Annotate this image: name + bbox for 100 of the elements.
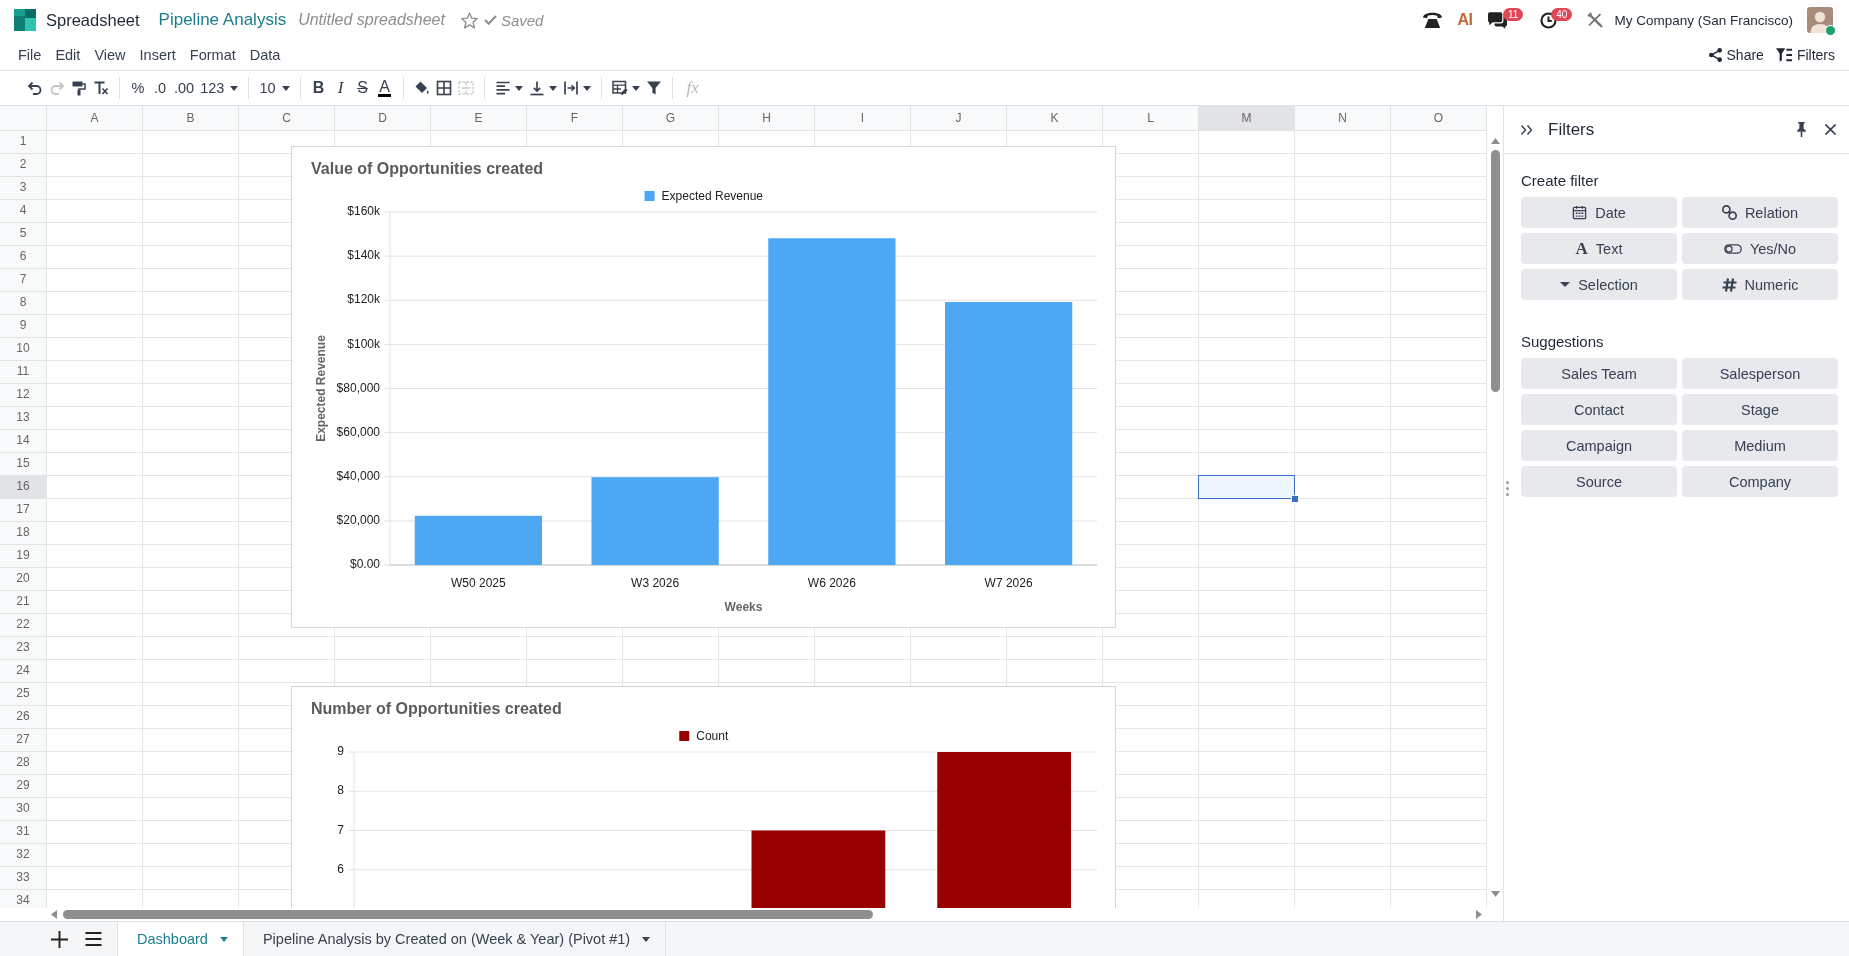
filter-type-button[interactable]: Selection [1521, 269, 1677, 300]
suggestion-button[interactable]: Medium [1682, 430, 1838, 461]
scrollbar-thumb[interactable] [63, 910, 873, 919]
menu-item[interactable]: Insert [132, 42, 183, 68]
menu-item[interactable]: Edit [48, 42, 88, 68]
row-header[interactable]: 10 [0, 338, 47, 361]
column-header[interactable]: H [719, 106, 815, 131]
row-header[interactable]: 15 [0, 453, 47, 476]
row-header[interactable]: 31 [0, 821, 47, 844]
menu-item[interactable]: File [11, 42, 49, 68]
row-header[interactable]: 23 [0, 637, 47, 660]
number-format-dropdown[interactable]: 123 [197, 75, 242, 101]
suggestion-button[interactable]: Sales Team [1521, 358, 1677, 389]
share-button[interactable]: Share [1708, 43, 1764, 67]
text-color-button[interactable]: A [373, 75, 396, 101]
filter-type-button[interactable]: Yes/No [1682, 233, 1838, 264]
drag-handle-icon[interactable] [1506, 481, 1509, 496]
font-size-dropdown[interactable]: 10 [256, 75, 293, 101]
row-header[interactable]: 13 [0, 407, 47, 430]
row-header[interactable]: 30 [0, 798, 47, 821]
activities-button[interactable]: 40 [1537, 8, 1573, 32]
right-triangle-icon[interactable] [1476, 910, 1482, 919]
row-header[interactable]: 26 [0, 706, 47, 729]
row-header[interactable]: 28 [0, 752, 47, 775]
up-triangle-icon[interactable] [1490, 138, 1500, 144]
column-header[interactable]: L [1103, 106, 1199, 131]
percent-format-button[interactable]: % [127, 75, 149, 101]
row-header[interactable]: 2 [0, 154, 47, 177]
column-header[interactable]: K [1007, 106, 1103, 131]
selected-cell[interactable] [1198, 475, 1295, 499]
row-header[interactable]: 14 [0, 430, 47, 453]
row-header[interactable]: 6 [0, 246, 47, 269]
row-header[interactable]: 29 [0, 775, 47, 798]
filters-toggle-button[interactable]: Filters [1775, 43, 1835, 67]
sheet-tab[interactable]: Dashboard [117, 922, 244, 956]
suggestion-button[interactable]: Stage [1682, 394, 1838, 425]
row-header[interactable]: 32 [0, 844, 47, 867]
scrollbar-thumb[interactable] [1490, 150, 1500, 392]
row-header[interactable]: 33 [0, 867, 47, 890]
column-header[interactable]: M [1199, 106, 1295, 131]
row-header[interactable]: 1 [0, 131, 47, 154]
ai-button[interactable]: AI [1457, 11, 1473, 29]
decrease-decimals-button[interactable]: .0 [149, 75, 171, 101]
document-name[interactable]: Untitled spreadsheet [298, 11, 445, 29]
star-icon[interactable] [460, 11, 478, 29]
row-header[interactable]: 9 [0, 315, 47, 338]
filter-type-button[interactable]: Date [1521, 197, 1677, 228]
row-header[interactable]: 22 [0, 614, 47, 637]
row-header[interactable]: 18 [0, 522, 47, 545]
row-header[interactable]: 25 [0, 683, 47, 706]
filter-type-button[interactable]: Relation [1682, 197, 1838, 228]
italic-button[interactable]: I [329, 75, 352, 101]
row-header[interactable]: 19 [0, 545, 47, 568]
suggestion-button[interactable]: Salesperson [1682, 358, 1838, 389]
column-header[interactable]: I [815, 106, 911, 131]
row-header[interactable]: 34 [0, 890, 47, 908]
column-header[interactable]: J [911, 106, 1007, 131]
column-header[interactable]: F [527, 106, 623, 131]
company-switcher[interactable]: My Company (San Francisco) [1614, 12, 1793, 28]
row-header[interactable]: 7 [0, 269, 47, 292]
suggestion-button[interactable]: Company [1682, 466, 1838, 497]
row-header[interactable]: 16 [0, 476, 47, 499]
row-header[interactable]: 4 [0, 200, 47, 223]
column-header[interactable]: D [335, 106, 431, 131]
user-avatar[interactable] [1807, 7, 1833, 33]
left-triangle-icon[interactable] [51, 910, 57, 919]
sheet-tab[interactable]: Pipeline Analysis by Created on (Week & Year) (Pivot #1) [243, 922, 667, 956]
menu-item[interactable]: View [87, 42, 133, 68]
menu-item[interactable]: Data [242, 42, 288, 68]
row-header[interactable]: 20 [0, 568, 47, 591]
row-header[interactable]: 8 [0, 292, 47, 315]
row-header[interactable]: 12 [0, 384, 47, 407]
suggestion-button[interactable]: Campaign [1521, 430, 1677, 461]
suggestion-button[interactable]: Source [1521, 466, 1677, 497]
column-header[interactable]: E [431, 106, 527, 131]
column-header[interactable]: A [47, 106, 143, 131]
row-header[interactable]: 11 [0, 361, 47, 384]
increase-decimals-button[interactable]: .00 [171, 75, 198, 101]
breadcrumb-link[interactable]: Pipeline Analysis [158, 10, 287, 30]
strikethrough-button[interactable]: S [351, 75, 374, 101]
filter-type-button[interactable]: Numeric [1682, 269, 1838, 300]
row-header[interactable]: 3 [0, 177, 47, 200]
menu-item[interactable]: Format [182, 42, 243, 68]
column-header[interactable]: B [143, 106, 239, 131]
row-header[interactable]: 17 [0, 499, 47, 522]
pin-button[interactable] [1794, 119, 1809, 140]
row-header[interactable]: 27 [0, 729, 47, 752]
down-triangle-icon[interactable] [1490, 891, 1500, 897]
column-header[interactable]: G [623, 106, 719, 131]
row-header[interactable]: 24 [0, 660, 47, 683]
row-header[interactable]: 21 [0, 591, 47, 614]
filter-type-button[interactable]: A Text [1521, 233, 1677, 264]
suggestion-button[interactable]: Contact [1521, 394, 1677, 425]
row-header[interactable]: 5 [0, 223, 47, 246]
close-button[interactable] [1822, 121, 1839, 138]
column-header[interactable]: C [239, 106, 335, 131]
messages-button[interactable]: 11 [1485, 8, 1524, 32]
fill-handle[interactable] [1291, 495, 1299, 503]
column-header[interactable]: N [1295, 106, 1391, 131]
column-header[interactable]: O [1391, 106, 1487, 131]
